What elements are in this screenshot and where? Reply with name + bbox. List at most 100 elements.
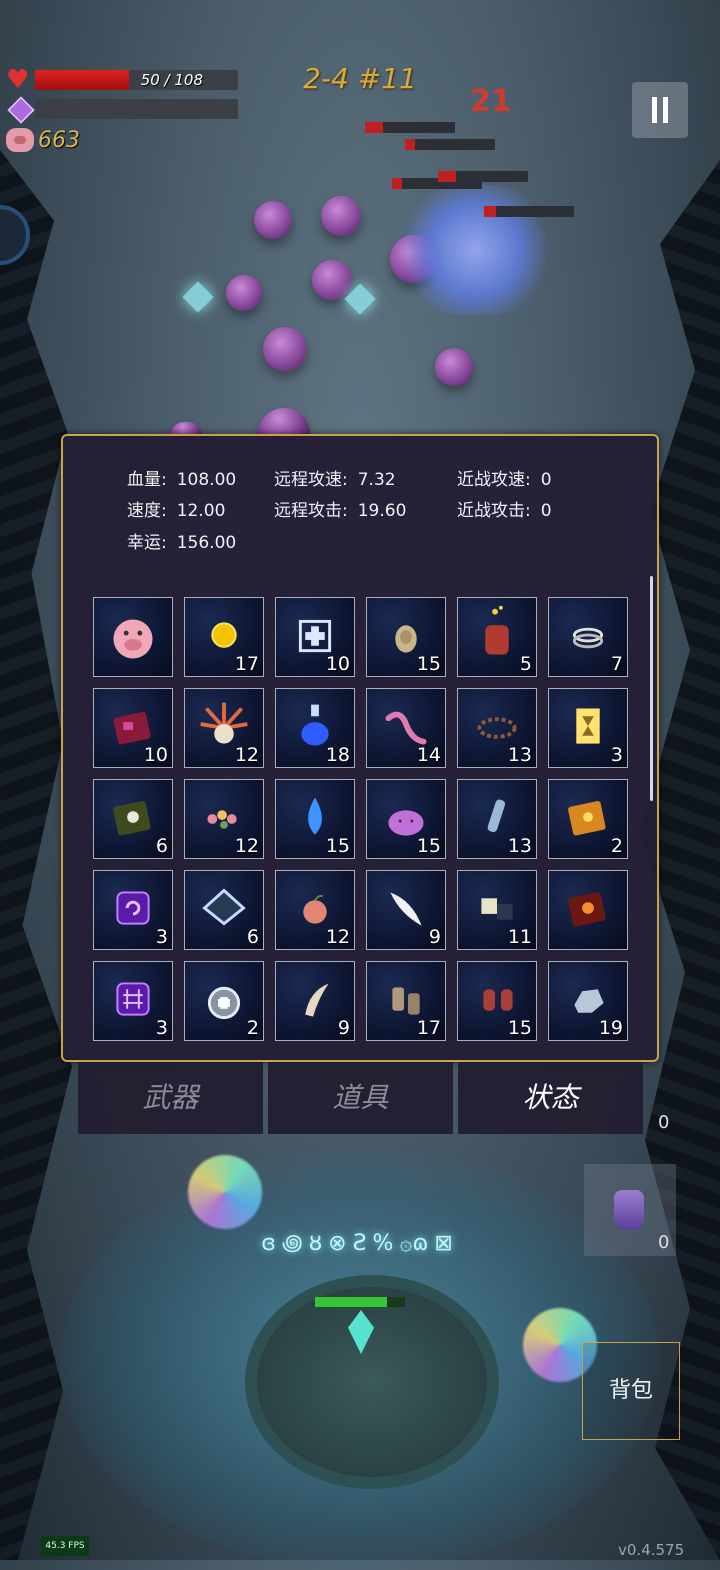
stat-value: 0: [540, 470, 552, 490]
inventory-slot[interactable]: 7: [548, 597, 628, 677]
item-count: 2: [610, 835, 623, 857]
inventory-slot[interactable]: 6: [184, 870, 264, 950]
item-count: 17: [416, 1017, 441, 1039]
inventory-slot[interactable]: 9: [366, 870, 446, 950]
stat-label: 幸运:: [127, 533, 167, 553]
item-count: 17: [234, 653, 259, 675]
item-count: 18: [325, 744, 350, 766]
stat-value: 156.00: [176, 533, 237, 553]
item-count: 9: [337, 1017, 350, 1039]
item-count: 13: [507, 835, 532, 857]
stat-label: 速度:: [127, 501, 167, 521]
inventory-slot[interactable]: 15: [366, 597, 446, 677]
inventory-slot[interactable]: 3: [93, 961, 173, 1041]
item-count: 6: [246, 926, 259, 948]
heart-icon: ♥: [6, 65, 30, 95]
inventory-slot[interactable]: 9: [275, 961, 355, 1041]
item-count: 3: [155, 1017, 168, 1039]
inventory-slot[interactable]: 14: [366, 688, 446, 768]
enemy-orb: [254, 201, 292, 239]
inventory-scrollbar[interactable]: [650, 576, 653, 801]
player-altar: [245, 1275, 499, 1489]
tab-status[interactable]: 状态: [458, 1062, 643, 1134]
mana-bar: [35, 99, 238, 119]
inventory-slot[interactable]: 15: [275, 779, 355, 859]
inventory-slot[interactable]: 10: [275, 597, 355, 677]
inventory-slot[interactable]: 13: [457, 688, 537, 768]
inventory-slot[interactable]: 17: [184, 597, 264, 677]
enemy-health-bar: [484, 206, 574, 217]
stat-value: 108.00: [176, 470, 237, 490]
tab-items[interactable]: 道具: [268, 1062, 453, 1134]
stat-ranged-speed: 远程攻速: 7.32: [274, 465, 396, 490]
stat-speed: 速度: 12.00: [127, 496, 225, 521]
player-health-bar: [315, 1297, 405, 1307]
tab-weapons[interactable]: 武器: [78, 1062, 263, 1134]
potion-count: 0: [658, 1232, 670, 1253]
inventory-slot[interactable]: 19: [548, 961, 628, 1041]
inventory-slot[interactable]: 10: [93, 688, 173, 768]
item-count: 14: [416, 744, 441, 766]
stat-label: 血量:: [127, 470, 167, 490]
damage-popup: 21: [470, 84, 512, 119]
ghost-cluster: [400, 185, 550, 315]
version-label: v0.4.575: [618, 1541, 685, 1559]
stat-label: 近战攻击:: [457, 501, 531, 521]
stat-value: 0: [540, 501, 552, 521]
inventory-slot[interactable]: [93, 597, 173, 677]
item-count: 15: [416, 835, 441, 857]
backpack-button[interactable]: 背包: [582, 1342, 680, 1440]
inventory-slot[interactable]: 12: [184, 688, 264, 768]
inventory-slot[interactable]: 15: [457, 961, 537, 1041]
inventory-slot[interactable]: 18: [275, 688, 355, 768]
item-count: 15: [325, 835, 350, 857]
inventory-slot[interactable]: 15: [366, 779, 446, 859]
inventory-slot[interactable]: 3: [548, 688, 628, 768]
item-count: 3: [155, 926, 168, 948]
stat-melee-attack: 近战攻击: 0: [457, 496, 552, 521]
stat-value: 7.32: [357, 470, 396, 490]
inventory-slot[interactable]: 2: [548, 779, 628, 859]
enemy-orb: [435, 348, 473, 386]
mana-gem-icon: [7, 96, 35, 124]
inventory-slot[interactable]: [548, 870, 628, 950]
item-count: 7: [610, 653, 623, 675]
slot-count: 0: [658, 1112, 670, 1133]
item-count: 3: [610, 744, 623, 766]
pause-button[interactable]: [632, 82, 688, 138]
item-count: 9: [428, 926, 441, 948]
stat-hp: 血量: 108.00: [127, 465, 236, 490]
inventory-slot[interactable]: 5: [457, 597, 537, 677]
inventory-slot[interactable]: 2: [184, 961, 264, 1041]
inventory-slot[interactable]: 13: [457, 779, 537, 859]
swirl-orb-left: [188, 1155, 262, 1229]
hp-text: 50 / 108: [140, 71, 203, 89]
item-count: 10: [325, 653, 350, 675]
stat-label: 近战攻速:: [457, 470, 531, 490]
crystal-pillar-left: [182, 281, 214, 313]
enemy-health-bar: [438, 171, 528, 182]
inventory-slot[interactable]: 12: [275, 870, 355, 950]
enemy-orb: [321, 196, 361, 236]
fire-book-icon: [568, 892, 606, 927]
item-count: 15: [416, 653, 441, 675]
inventory-slot[interactable]: 6: [93, 779, 173, 859]
stat-value: 19.60: [357, 501, 407, 521]
inventory-slot[interactable]: 12: [184, 779, 264, 859]
stat-ranged-attack: 远程攻击: 19.60: [274, 496, 406, 521]
enemy-orb: [226, 275, 262, 311]
inventory-slot[interactable]: 3: [93, 870, 173, 950]
coin-count: 663: [38, 128, 80, 153]
item-count: 10: [143, 744, 168, 766]
item-count: 19: [598, 1017, 623, 1039]
inventory-slot[interactable]: 11: [457, 870, 537, 950]
item-count: 2: [246, 1017, 259, 1039]
inventory-slot[interactable]: 17: [366, 961, 446, 1041]
stat-melee-speed: 近战攻速: 0: [457, 465, 552, 490]
stat-label: 远程攻速:: [274, 470, 348, 490]
potion-icon: [614, 1190, 644, 1230]
item-count: 13: [507, 744, 532, 766]
stage-label: 2-4 #11: [303, 62, 417, 95]
item-count: 5: [519, 653, 532, 675]
stat-luck: 幸运: 156.00: [127, 528, 236, 553]
